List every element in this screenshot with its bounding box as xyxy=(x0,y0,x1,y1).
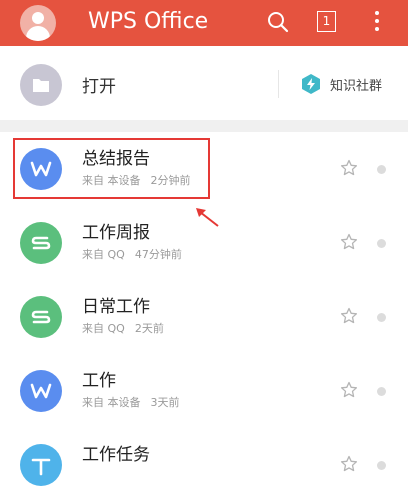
open-file-row[interactable]: 打开 知识社群 xyxy=(0,46,408,120)
file-row[interactable]: 总结报告 来自 本设备 2分钟前 xyxy=(0,132,408,206)
file-name: 总结报告 xyxy=(82,149,150,169)
avatar-head-shape xyxy=(32,12,44,24)
lightning-bubble-icon[interactable] xyxy=(300,73,322,95)
top-app-bar: WPS Office 1 xyxy=(0,0,408,46)
file-row[interactable]: 工作任务 xyxy=(0,428,408,502)
more-options-dot[interactable] xyxy=(377,239,386,248)
file-meta: 来自 QQ 47分钟前 xyxy=(82,246,182,262)
file-source: 来自 本设备 xyxy=(82,396,141,409)
more-options-dot[interactable] xyxy=(377,461,386,470)
wps-spreadsheet-icon xyxy=(20,222,62,264)
open-label: 打开 xyxy=(82,77,116,97)
more-options-dot[interactable] xyxy=(377,387,386,396)
avatar-body-shape xyxy=(26,26,50,41)
folder-icon xyxy=(20,64,62,106)
search-icon[interactable] xyxy=(264,8,292,36)
tabs-count-button[interactable]: 1 xyxy=(317,11,336,32)
more-options-dot[interactable] xyxy=(377,313,386,322)
star-icon[interactable] xyxy=(340,381,358,399)
file-name: 日常工作 xyxy=(82,297,150,317)
more-options-dot[interactable] xyxy=(377,165,386,174)
file-row[interactable]: 日常工作 来自 QQ 2天前 xyxy=(0,280,408,354)
divider xyxy=(278,70,279,98)
wps-spreadsheet-icon xyxy=(20,296,62,338)
star-icon[interactable] xyxy=(340,159,358,177)
file-source: 来自 QQ xyxy=(82,322,125,335)
file-source: 来自 本设备 xyxy=(82,174,141,187)
file-time: 2天前 xyxy=(134,322,164,335)
file-time: 3天前 xyxy=(150,396,180,409)
file-time: 47分钟前 xyxy=(134,248,182,261)
pointer-arrow-icon xyxy=(196,208,219,227)
star-icon[interactable] xyxy=(340,307,358,325)
more-menu-icon[interactable] xyxy=(372,10,382,32)
app-title: WPS Office xyxy=(88,9,209,34)
wps-writer-icon xyxy=(20,370,62,412)
wps-writer-icon xyxy=(20,148,62,190)
file-meta: 来自 QQ 2天前 xyxy=(82,320,164,336)
file-meta: 来自 本设备 2分钟前 xyxy=(82,172,191,188)
file-row[interactable]: 工作 来自 本设备 3天前 xyxy=(0,354,408,428)
file-name: 工作任务 xyxy=(82,445,150,465)
star-icon[interactable] xyxy=(340,455,358,473)
file-source: 来自 QQ xyxy=(82,248,125,261)
file-name: 工作周报 xyxy=(82,223,150,243)
star-icon[interactable] xyxy=(340,233,358,251)
user-avatar[interactable] xyxy=(20,5,56,41)
file-time: 2分钟前 xyxy=(150,174,191,187)
file-name: 工作 xyxy=(82,371,116,391)
file-meta: 来自 本设备 3天前 xyxy=(82,394,180,410)
wps-presentation-icon xyxy=(20,444,62,486)
knowledge-community-link[interactable]: 知识社群 xyxy=(330,75,382,94)
section-separator xyxy=(0,120,408,132)
